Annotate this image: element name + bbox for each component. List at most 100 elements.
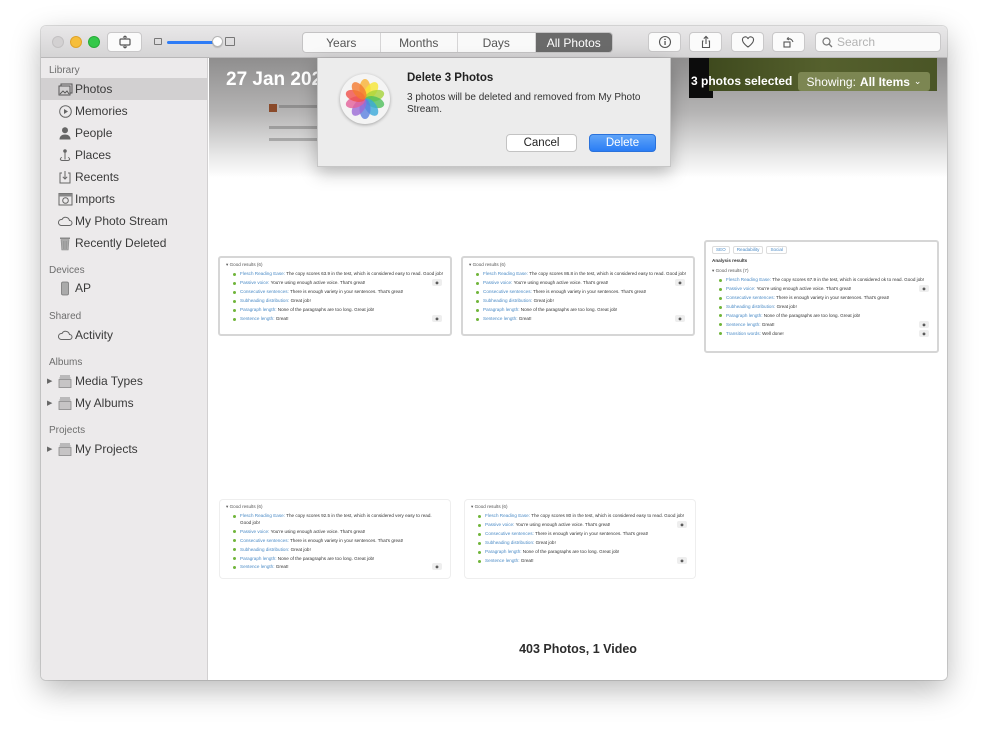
result-value: There is enough variety in your sentence… (531, 289, 647, 295)
disclosure-triangle-icon[interactable]: ▶ (47, 445, 52, 453)
result-key: Flesch Reading Ease: (726, 277, 771, 283)
sidebar-item-ap[interactable]: AP (41, 277, 208, 299)
large-thumbnail-icon (225, 37, 235, 46)
cancel-button[interactable]: Cancel (506, 134, 577, 152)
photo-thumbnail-selected[interactable]: ▾ Good results (6) Flesch Reading Ease: T… (461, 256, 695, 336)
result-key: Subheading distribution: (240, 298, 290, 304)
result-key: Paragraph length: (726, 312, 763, 318)
cloud-icon (57, 327, 73, 343)
recents-icon (57, 169, 73, 185)
analysis-tab: Readability (732, 246, 764, 255)
result-row: Flesch Reading Ease: The copy scores 63.… (226, 271, 444, 277)
result-row: Paragraph length: None of the paragraphs… (226, 556, 444, 562)
result-value: Great job! (289, 298, 311, 304)
tab-all-photos[interactable]: All Photos (535, 33, 612, 52)
result-row: Paragraph length: None of the paragraphs… (712, 313, 931, 319)
sidebar-item-my-photo-stream[interactable]: My Photo Stream (41, 210, 208, 232)
result-key: Sentence length: (240, 316, 275, 322)
search-input[interactable] (837, 35, 937, 49)
result-row: Subheading distribution: Great job! (226, 547, 444, 553)
result-value: None of the paragraphs are too long. Gre… (519, 307, 618, 313)
result-key: Passive voice: (240, 280, 270, 286)
dialog-message: 3 photos will be deleted and removed fro… (407, 92, 641, 115)
sidebar-item-label: Memories (75, 104, 128, 118)
favorite-button[interactable] (731, 32, 764, 52)
small-thumbnail-icon (154, 38, 162, 45)
tab-years[interactable]: Years (303, 33, 381, 52)
close-button[interactable] (52, 36, 64, 48)
result-row: Consecutive sentences: There is enough v… (226, 289, 444, 295)
sidebar-item-my-albums[interactable]: ▶ My Albums (41, 392, 208, 414)
photo-thumbnail-selected[interactable]: ▾ Good results (6) Flesch Reading Ease: T… (218, 256, 452, 336)
eye-icon: ◉ (432, 563, 442, 571)
result-value: Great! (274, 564, 289, 570)
sidebar-toggle-button[interactable] (107, 32, 142, 52)
sidebar-item-photos[interactable]: Photos (41, 78, 208, 100)
cloud-icon (57, 213, 73, 229)
zoom-button[interactable] (88, 36, 100, 48)
rotate-button[interactable] (772, 32, 805, 52)
results-group-heading: ▾ Good results (7) (712, 267, 749, 273)
sidebar-item-people[interactable]: People (41, 122, 208, 144)
tab-months[interactable]: Months (381, 33, 458, 52)
sidebar: Library Photos Memories People Places Re… (41, 58, 208, 680)
sidebar-item-label: Recently Deleted (75, 236, 167, 250)
share-button[interactable] (689, 32, 722, 52)
sidebar-item-recently-deleted[interactable]: Recently Deleted (41, 232, 208, 254)
photo-thumbnail[interactable]: ▾ Good results (6) Flesch Reading Ease: T… (220, 500, 450, 578)
disclosure-triangle-icon[interactable]: ▶ (47, 399, 52, 407)
info-button[interactable] (648, 32, 681, 52)
result-row: Paragraph length: None of the paragraphs… (469, 307, 687, 313)
sidebar-header-devices: Devices (49, 265, 85, 276)
result-value: None of the paragraphs are too long. Gre… (276, 555, 375, 561)
result-key: Paragraph length: (240, 555, 277, 561)
result-key: Consecutive sentences: (483, 289, 532, 295)
sidebar-item-places[interactable]: Places (41, 144, 208, 166)
result-row: Passive voice: You're using enough activ… (471, 521, 689, 529)
eye-icon: ◉ (919, 285, 929, 293)
sidebar-item-recents[interactable]: Recents (41, 166, 208, 188)
sidebar-item-imports[interactable]: Imports (41, 188, 208, 210)
eye-icon: ◉ (432, 315, 442, 323)
sidebar-item-media-types[interactable]: ▶ Media Types (41, 370, 208, 392)
eye-icon: ◉ (919, 329, 929, 337)
zoom-slider[interactable] (154, 35, 236, 49)
tab-days[interactable]: Days (458, 33, 536, 52)
result-key: Subheading distribution: (483, 298, 533, 304)
sidebar-item-label: Photos (75, 82, 113, 96)
delete-button[interactable]: Delete (589, 134, 656, 152)
sidebar-item-my-projects[interactable]: ▶ My Projects (41, 438, 208, 460)
result-row: Sentence length: Great! ◉ (226, 315, 444, 323)
result-row: Flesch Reading Ease: The copy scores 80 … (471, 513, 689, 519)
result-key: Paragraph length: (485, 549, 522, 555)
result-value: None of the paragraphs are too long. Gre… (276, 307, 375, 313)
sidebar-item-activity[interactable]: Activity (41, 324, 208, 346)
dialog-title: Delete 3 Photos (407, 72, 494, 84)
toolbar: Years Months Days All Photos (41, 26, 947, 58)
result-value: You're using enough active voice. That's… (755, 286, 852, 292)
sidebar-header-shared: Shared (49, 311, 82, 322)
result-row: Paragraph length: None of the paragraphs… (226, 307, 444, 313)
disclosure-triangle-icon[interactable]: ▶ (47, 377, 52, 385)
sidebar-item-label: Imports (75, 192, 116, 206)
result-row: Subheading distribution: Great job! (712, 304, 931, 310)
search-field[interactable] (815, 32, 941, 52)
sidebar-item-memories[interactable]: Memories (41, 100, 208, 122)
sidebar-header-projects: Projects (49, 425, 86, 436)
view-segmented-control: Years Months Days All Photos (302, 32, 613, 53)
slider-knob[interactable] (212, 36, 223, 47)
result-key: Flesch Reading Ease: (485, 513, 530, 519)
eye-icon: ◉ (675, 315, 685, 323)
showing-filter-button[interactable]: Showing: All Items ⌄ (798, 72, 930, 91)
result-value: The copy scores 67.9 in the test, which … (770, 277, 925, 283)
result-row: Flesch Reading Ease: The copy scores 92.… (226, 513, 444, 526)
result-row: Passive voice: You're using enough activ… (712, 285, 931, 293)
chevron-down-icon: ⌄ (913, 76, 922, 86)
result-row: Sentence length: Great! ◉ (712, 320, 931, 328)
heart-icon (741, 36, 754, 48)
result-value: You're using enough active voice. That's… (514, 522, 611, 528)
minimize-button[interactable] (70, 36, 82, 48)
photo-thumbnail-selected[interactable]: SEO Readability Social Analysis results ▾ Go… (704, 240, 939, 353)
result-key: Passive voice: (240, 528, 270, 534)
photo-thumbnail[interactable]: ▾ Good results (6) Flesch Reading Ease: T… (465, 500, 695, 578)
